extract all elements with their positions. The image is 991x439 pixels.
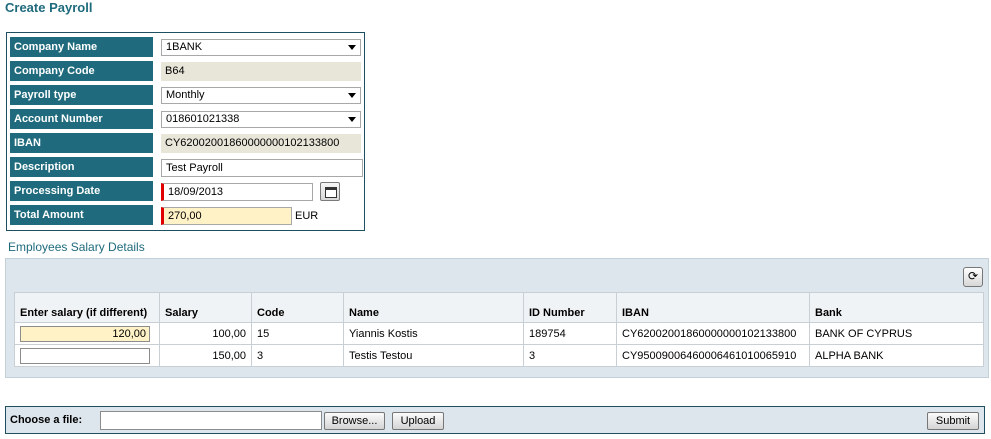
- account-number-select[interactable]: 018601021338: [161, 111, 361, 128]
- col-code: Code: [251, 292, 344, 323]
- file-path-input[interactable]: [100, 411, 322, 430]
- chevron-down-icon: [348, 117, 356, 122]
- company-code-label: Company Code: [10, 61, 153, 81]
- iban-cell: CY95009006460006461010065910: [616, 344, 810, 367]
- salary-cell: 100,00: [159, 322, 252, 345]
- code-cell: 15: [251, 322, 344, 345]
- page-title: Create Payroll: [5, 0, 93, 15]
- enter-salary-cell: [14, 344, 160, 367]
- table-row: 150,00 3 Testis Testou 3 CY9500900646000…: [14, 344, 984, 367]
- col-enter-salary: Enter salary (if different): [14, 292, 160, 323]
- section-title: Employees Salary Details: [8, 240, 145, 254]
- account-number-value: 018601021338: [166, 113, 240, 125]
- table-row: 120,00 100,00 15 Yiannis Kostis 189754 C…: [14, 322, 984, 345]
- payroll-type-label: Payroll type: [10, 85, 153, 105]
- upload-button[interactable]: Upload: [392, 412, 444, 430]
- processing-date-input[interactable]: 18/09/2013: [161, 183, 313, 201]
- code-cell: 3: [251, 344, 344, 367]
- col-id-number: ID Number: [523, 292, 617, 323]
- upload-bar: Choose a file: Browse... Upload Submit: [5, 406, 985, 434]
- currency-label: EUR: [295, 210, 319, 222]
- col-salary: Salary: [159, 292, 252, 323]
- description-input[interactable]: Test Payroll: [161, 159, 363, 177]
- table-header-row: Enter salary (if different) Salary Code …: [14, 292, 984, 323]
- col-iban: IBAN: [616, 292, 810, 323]
- employees-table: Enter salary (if different) Salary Code …: [14, 292, 984, 367]
- total-amount-label: Total Amount: [10, 205, 153, 225]
- refresh-icon: ⟳: [967, 269, 979, 283]
- company-name-value: 1BANK: [166, 41, 203, 53]
- refresh-button[interactable]: ⟳: [963, 267, 983, 287]
- choose-file-label: Choose a file:: [10, 414, 83, 426]
- enter-salary-cell: 120,00: [14, 322, 160, 345]
- id-number-cell: 189754: [523, 322, 617, 345]
- iban-value: CY62002001860000000102133800: [161, 134, 361, 153]
- employees-grid: ⟳ Enter salary (if different) Salary Cod…: [5, 258, 989, 378]
- enter-salary-input[interactable]: 120,00: [20, 325, 150, 342]
- iban-cell: CY62002001860000000102133800: [616, 322, 810, 345]
- payroll-form: Company Name 1BANK Company Code B64 Payr…: [6, 32, 365, 231]
- col-name: Name: [343, 292, 524, 323]
- col-bank: Bank: [809, 292, 984, 323]
- bank-cell: ALPHA BANK: [809, 344, 984, 367]
- name-cell: Yiannis Kostis: [343, 322, 524, 345]
- calendar-icon: [325, 187, 337, 198]
- name-cell: Testis Testou: [343, 344, 524, 367]
- salary-cell: 150,00: [159, 344, 252, 367]
- chevron-down-icon: [348, 93, 356, 98]
- submit-button[interactable]: Submit: [927, 412, 979, 430]
- description-label: Description: [10, 157, 153, 177]
- account-number-label: Account Number: [10, 109, 153, 129]
- browse-button[interactable]: Browse...: [324, 412, 385, 430]
- bank-cell: BANK OF CYPRUS: [809, 322, 984, 345]
- company-name-label: Company Name: [10, 37, 153, 57]
- enter-salary-input[interactable]: [20, 347, 150, 364]
- payroll-type-value: Monthly: [166, 89, 205, 101]
- company-code-value: B64: [161, 62, 361, 81]
- total-amount-input[interactable]: 270,00: [161, 207, 292, 225]
- company-name-select[interactable]: 1BANK: [161, 39, 361, 56]
- calendar-button[interactable]: [320, 182, 340, 201]
- processing-date-label: Processing Date: [10, 181, 153, 201]
- chevron-down-icon: [348, 45, 356, 50]
- iban-label: IBAN: [10, 133, 153, 153]
- id-number-cell: 3: [523, 344, 617, 367]
- payroll-type-select[interactable]: Monthly: [161, 87, 361, 104]
